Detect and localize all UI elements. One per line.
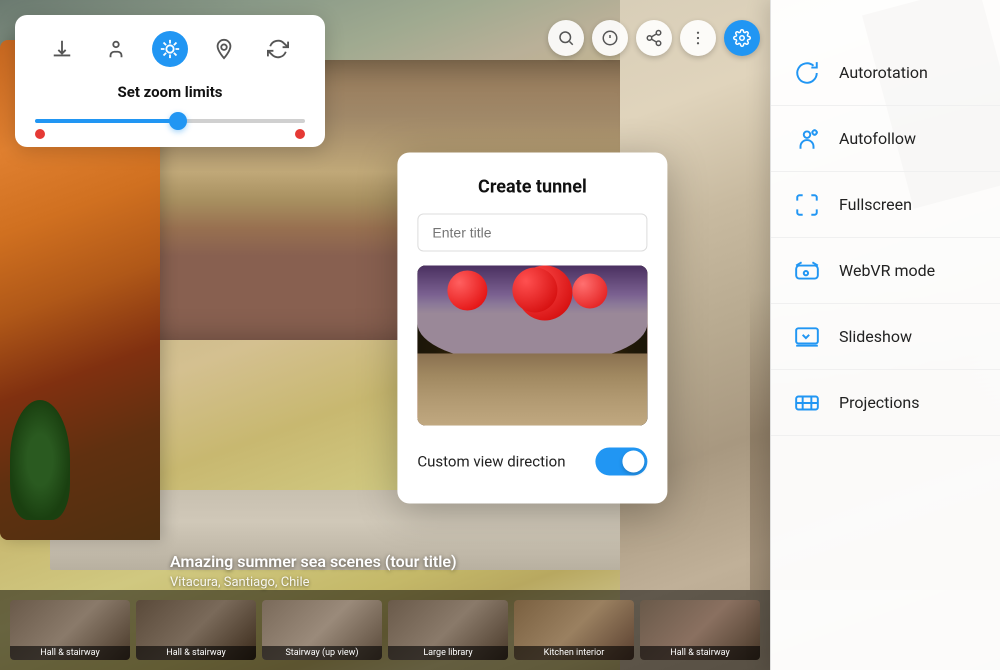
modal-title: Create tunnel — [417, 176, 647, 197]
zoom-track — [35, 119, 305, 123]
menu-item-label-autorotation: Autorotation — [839, 63, 928, 82]
menu-item-label-fullscreen: Fullscreen — [839, 195, 912, 214]
fullscreen-icon — [791, 189, 823, 221]
search-toolbar-btn[interactable] — [548, 20, 584, 56]
more-toolbar-btn[interactable] — [680, 20, 716, 56]
autofollow-icon — [791, 123, 823, 155]
tunnel-img-inner — [417, 265, 647, 425]
autorotation-icon — [791, 57, 823, 89]
tour-title: Amazing summer sea scenes (tour title) — [170, 552, 457, 571]
menu-item-label-slideshow: Slideshow — [839, 327, 912, 346]
slideshow-icon — [791, 321, 823, 353]
refresh-icon[interactable] — [260, 31, 296, 67]
tunnel-floor — [417, 353, 647, 425]
projections-icon — [791, 387, 823, 419]
tunnel-preview-image — [417, 265, 647, 425]
info-toolbar-btn[interactable] — [592, 20, 628, 56]
download-icon[interactable] — [44, 31, 80, 67]
tour-location: Vitacura, Santiago, Chile — [170, 575, 457, 590]
thumbnail-label: Stairway (up view) — [262, 646, 382, 660]
custom-view-toggle[interactable] — [595, 447, 647, 475]
menu-item-slideshow[interactable]: Slideshow — [771, 304, 1000, 370]
thumbnail-item[interactable]: Large library — [388, 600, 508, 660]
thumbnail-item[interactable]: Stairway (up view) — [262, 600, 382, 660]
menu-item-projections[interactable]: Projections — [771, 370, 1000, 436]
thumbnail-label: Kitchen interior — [514, 646, 634, 660]
tour-info: Amazing summer sea scenes (tour title) V… — [170, 552, 457, 590]
menu-item-autofollow[interactable]: Autofollow — [771, 106, 1000, 172]
menu-item-webvr[interactable]: WebVR mode — [771, 238, 1000, 304]
thumbnail-label: Large library — [388, 646, 508, 660]
menu-item-fullscreen[interactable]: Fullscreen — [771, 172, 1000, 238]
share-toolbar-btn[interactable] — [636, 20, 672, 56]
thumbnail-item[interactable]: Kitchen interior — [514, 600, 634, 660]
toggle-label: Custom view direction — [417, 452, 565, 470]
menu-item-label-projections: Projections — [839, 393, 920, 412]
person-icon[interactable] — [98, 31, 134, 67]
ornament-4 — [512, 267, 557, 312]
thumbnail-item[interactable]: Hall & stairway — [136, 600, 256, 660]
zoom-slider[interactable] — [35, 115, 305, 127]
create-tunnel-modal: Create tunnel Custom view direction — [397, 152, 667, 503]
zoom-toolbar — [35, 31, 305, 67]
menu-item-label-autofollow: Autofollow — [839, 129, 916, 148]
thumbnail-strip: Hall & stairway Hall & stairway Stairway (… — [0, 590, 770, 670]
toolbar-top — [548, 20, 760, 56]
thumbnail-label: Hall & stairway — [10, 646, 130, 660]
menu-panel: Autorotation Autofollow Fullscreen WebVR mo… — [770, 0, 1000, 670]
toggle-knob — [622, 450, 644, 472]
zoom-panel: Set zoom limits — [15, 15, 325, 147]
zoom-max-indicator — [295, 129, 305, 139]
thumbnail-item[interactable]: Hall & stairway — [640, 600, 760, 660]
zoom-title: Set zoom limits — [35, 83, 305, 101]
custom-view-row: Custom view direction — [417, 443, 647, 479]
zoom-thumb[interactable] — [169, 112, 187, 130]
zoom-min-indicator — [35, 129, 45, 139]
menu-item-autorotation[interactable]: Autorotation — [771, 40, 1000, 106]
settings-toolbar-btn[interactable] — [724, 20, 760, 56]
tune-icon[interactable] — [152, 31, 188, 67]
menu-item-label-webvr: WebVR mode — [839, 261, 935, 280]
webvr-icon — [791, 255, 823, 287]
thumbnail-label: Hall & stairway — [640, 646, 760, 660]
tunnel-title-input[interactable] — [417, 213, 647, 251]
location-icon[interactable] — [206, 31, 242, 67]
ornament-3 — [572, 273, 607, 308]
thumbnail-item[interactable]: Hall & stairway — [10, 600, 130, 660]
thumbnail-label: Hall & stairway — [136, 646, 256, 660]
ornament-1 — [447, 270, 487, 310]
